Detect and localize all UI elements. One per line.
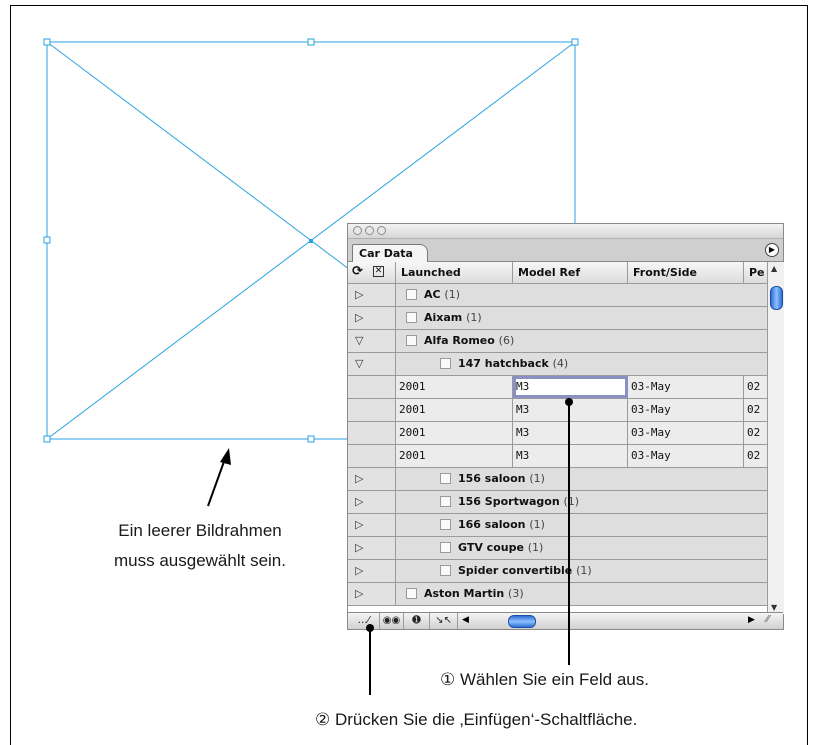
callout-lines bbox=[366, 398, 573, 695]
step-2-caption: ② Drücken Sie die ‚Einfügen‘-Schaltfläch… bbox=[315, 710, 638, 729]
step-1-caption: ① Wählen Sie ein Feld aus. bbox=[440, 670, 649, 689]
